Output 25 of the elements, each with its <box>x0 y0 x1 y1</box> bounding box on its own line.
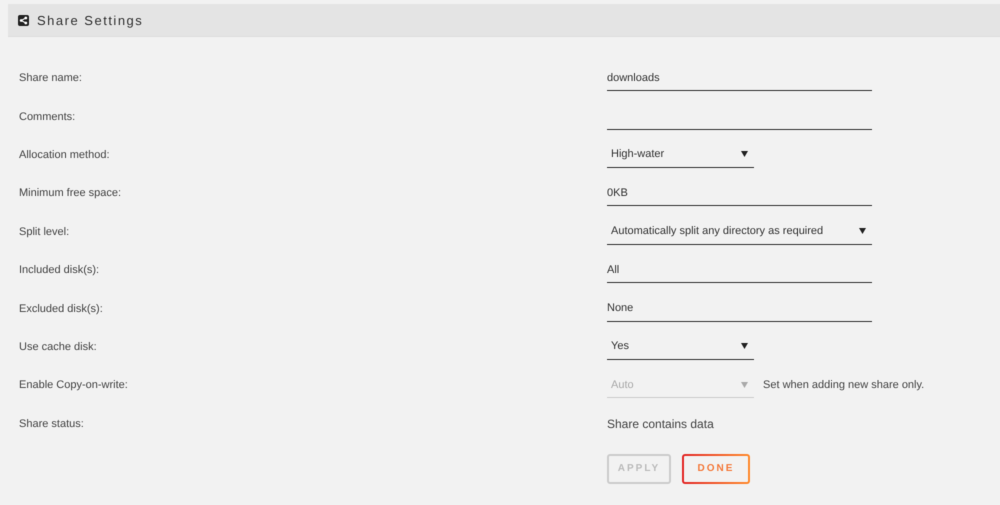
section-title: Share Settings <box>37 12 144 28</box>
field-label: Allocation method: <box>19 148 110 161</box>
caret-icon <box>741 151 748 158</box>
select-field[interactable]: Yes <box>607 334 754 360</box>
text-field[interactable]: None <box>607 296 872 322</box>
field-label: Share status: <box>19 418 85 430</box>
select-field[interactable]: High-water <box>607 142 754 168</box>
caret-icon <box>859 228 866 234</box>
field-label: Excluded disk(s): <box>19 302 104 315</box>
field-label: Share name: <box>19 72 83 84</box>
field-label: Included disk(s): <box>19 264 100 276</box>
field-label: Use cache disk: <box>19 340 98 353</box>
caret-icon <box>741 343 748 350</box>
field-label: Comments: <box>19 110 76 123</box>
field-label: Split level: <box>19 226 70 238</box>
status-text: Share contains data <box>607 416 714 431</box>
field-note: Set when adding new share only. <box>763 379 924 392</box>
share-icon <box>18 14 29 26</box>
text-field[interactable]: All <box>607 257 872 284</box>
select-field[interactable]: Automatically split any directory as required <box>607 218 872 245</box>
text-field[interactable]: downloads <box>607 65 872 92</box>
text-field[interactable]: 0KB <box>607 180 872 206</box>
field-label: Minimum free space: <box>19 187 122 200</box>
field-label: Enable Copy-on-write: <box>19 379 129 392</box>
caret-icon <box>741 382 748 388</box>
